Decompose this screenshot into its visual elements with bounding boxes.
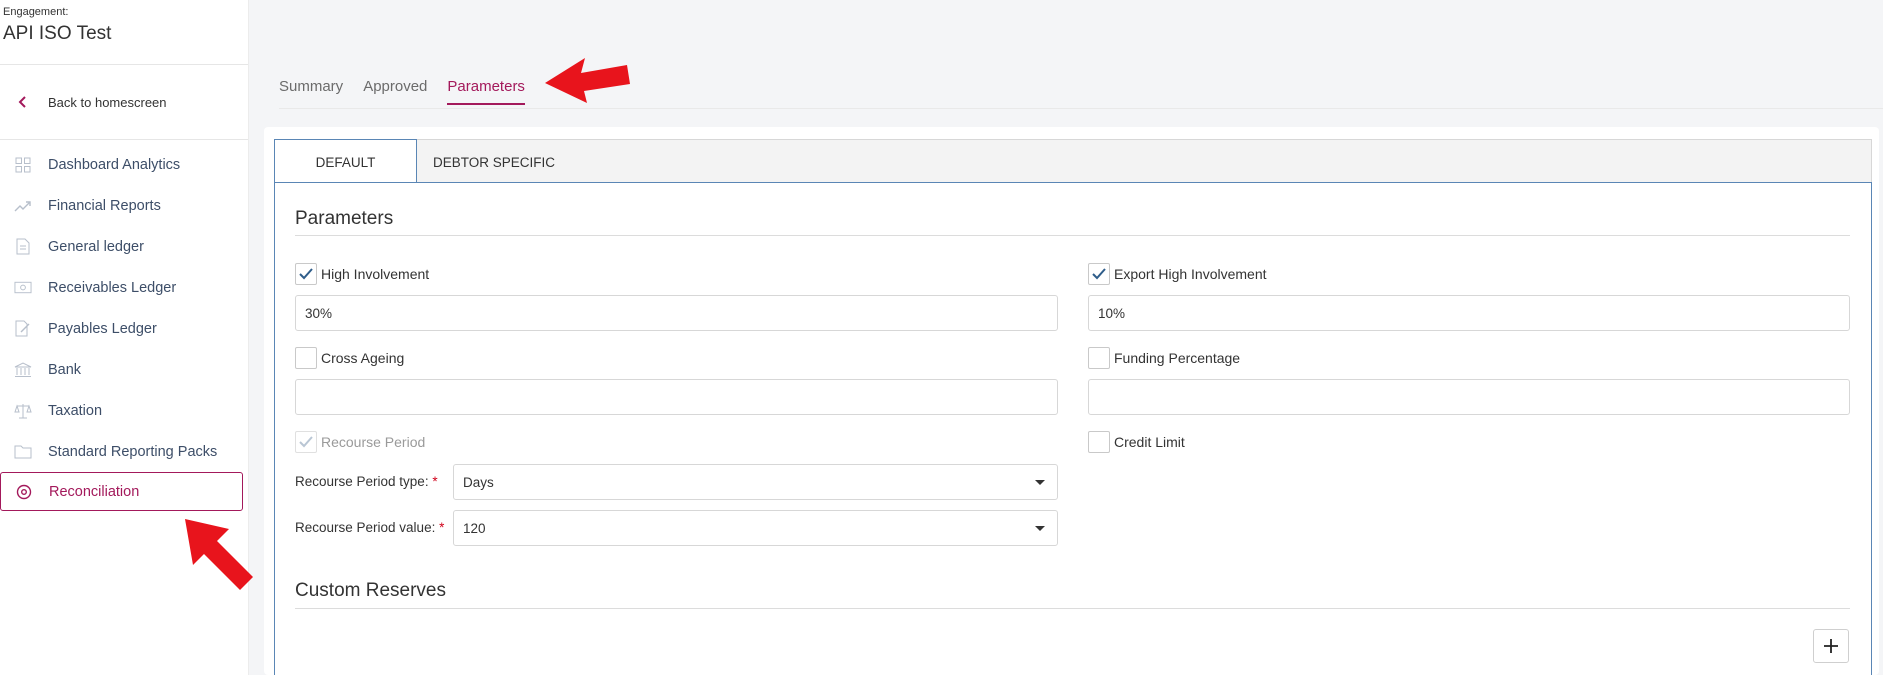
engagement-label: Engagement:: [3, 6, 69, 18]
recourse-value-select[interactable]: 120: [453, 510, 1058, 546]
funding-percentage-input[interactable]: [1088, 379, 1850, 415]
tab-parameters[interactable]: Parameters: [447, 78, 525, 105]
parameters-panel: [274, 182, 1872, 675]
sidebar-item-label: Receivables Ledger: [48, 279, 177, 296]
edit-document-icon: [14, 320, 32, 338]
bank-icon: [14, 361, 32, 379]
tab-approved[interactable]: Approved: [363, 78, 427, 105]
export-high-involvement-label: Export High Involvement: [1114, 266, 1267, 282]
trend-icon: [14, 197, 32, 215]
grid-icon: [14, 156, 32, 174]
engagement-header: Engagement: API ISO Test: [0, 0, 248, 65]
add-reserve-button[interactable]: [1813, 629, 1849, 663]
sidebar-item-financial-reports[interactable]: Financial Reports: [0, 185, 248, 226]
funding-percentage-checkbox[interactable]: [1088, 347, 1110, 369]
sidebar-item-label: Bank: [48, 361, 82, 378]
cross-ageing-label: Cross Ageing: [321, 350, 405, 366]
cross-ageing-checkbox[interactable]: [295, 347, 317, 369]
sidebar-item-bank[interactable]: Bank: [0, 349, 248, 390]
tab-summary[interactable]: Summary: [279, 78, 343, 105]
recourse-period-checkbox: [295, 431, 317, 453]
high-involvement-label: High Involvement: [321, 266, 430, 282]
recourse-type-label: Recourse Period type: *: [295, 474, 438, 489]
recourse-type-select[interactable]: Days: [453, 464, 1058, 500]
annotation-arrow-icon: [545, 58, 630, 103]
subtabs-bar: DEFAULT DEBTOR SPECIFIC: [274, 139, 1872, 185]
subtab-debtor-specific[interactable]: DEBTOR SPECIFIC: [417, 140, 571, 184]
back-to-homescreen-link[interactable]: Back to homescreen: [0, 65, 248, 140]
recourse-type-value: Days: [463, 474, 494, 490]
funding-percentage-label: Funding Percentage: [1114, 350, 1241, 366]
custom-reserves-divider: [295, 608, 1850, 609]
sidebar-item-taxation[interactable]: Taxation: [0, 390, 248, 431]
recourse-value-label: Recourse Period value: *: [295, 520, 444, 535]
sidebar-item-dashboard-analytics[interactable]: Dashboard Analytics: [0, 144, 248, 185]
cross-ageing-input[interactable]: [295, 379, 1058, 415]
export-high-involvement-checkbox[interactable]: [1088, 263, 1110, 285]
chevron-left-icon: [18, 96, 26, 108]
funding-percentage-row: Funding Percentage: [1088, 347, 1240, 369]
custom-reserves-title: Custom Reserves: [295, 580, 446, 601]
high-involvement-checkbox[interactable]: [295, 263, 317, 285]
export-high-involvement-row: Export High Involvement: [1088, 263, 1267, 285]
sidebar-item-label: Reconciliation: [49, 483, 140, 500]
required-marker: *: [439, 520, 445, 535]
sidebar-item-label: Payables Ledger: [48, 320, 157, 337]
cash-icon: [14, 279, 32, 297]
parameters-divider: [295, 235, 1850, 236]
cross-ageing-row: Cross Ageing: [295, 347, 404, 369]
sidebar-item-payables-ledger[interactable]: Payables Ledger: [0, 308, 248, 349]
parameters-title: Parameters: [295, 208, 394, 229]
sidebar-nav: Dashboard Analytics Financial Reports Ge…: [0, 140, 248, 511]
page-tabs: Summary Approved Parameters: [279, 78, 525, 105]
sidebar-item-label: General ledger: [48, 238, 144, 255]
sidebar-item-label: Taxation: [48, 402, 103, 419]
caret-down-icon: [1035, 526, 1045, 531]
sidebar-item-receivables-ledger[interactable]: Receivables Ledger: [0, 267, 248, 308]
recourse-type-label-text: Recourse Period type:: [295, 474, 429, 489]
recourse-value-label-text: Recourse Period value:: [295, 520, 436, 535]
required-marker: *: [432, 474, 438, 489]
plus-icon: [1824, 639, 1838, 653]
sidebar-item-reconciliation[interactable]: Reconciliation: [0, 472, 243, 511]
credit-limit-checkbox[interactable]: [1088, 431, 1110, 453]
sidebar-item-label: Dashboard Analytics: [48, 156, 181, 173]
caret-down-icon: [1035, 480, 1045, 485]
folder-icon: [14, 443, 32, 461]
recourse-period-label: Recourse Period: [321, 434, 426, 450]
sidebar-item-general-ledger[interactable]: General ledger: [0, 226, 248, 267]
recourse-period-row: Recourse Period: [295, 431, 425, 453]
high-involvement-input[interactable]: 30%: [295, 295, 1058, 331]
tabs-divider: [279, 108, 1883, 109]
sidebar-item-standard-reporting-packs[interactable]: Standard Reporting Packs: [0, 431, 248, 472]
high-involvement-row: High Involvement: [295, 263, 429, 285]
scales-icon: [14, 402, 32, 420]
engagement-name: API ISO Test: [3, 23, 112, 44]
sidebar-item-label: Standard Reporting Packs: [48, 443, 218, 460]
sidebar-item-label: Financial Reports: [48, 197, 161, 214]
credit-limit-row: Credit Limit: [1088, 431, 1185, 453]
annotation-arrow-icon: [185, 519, 253, 590]
document-icon: [14, 238, 32, 256]
target-icon: [15, 483, 33, 501]
back-label: Back to homescreen: [48, 94, 167, 110]
credit-limit-label: Credit Limit: [1114, 434, 1185, 450]
export-high-involvement-input[interactable]: 10%: [1088, 295, 1850, 331]
recourse-value-value: 120: [463, 520, 486, 536]
subtab-default[interactable]: DEFAULT: [274, 139, 417, 185]
